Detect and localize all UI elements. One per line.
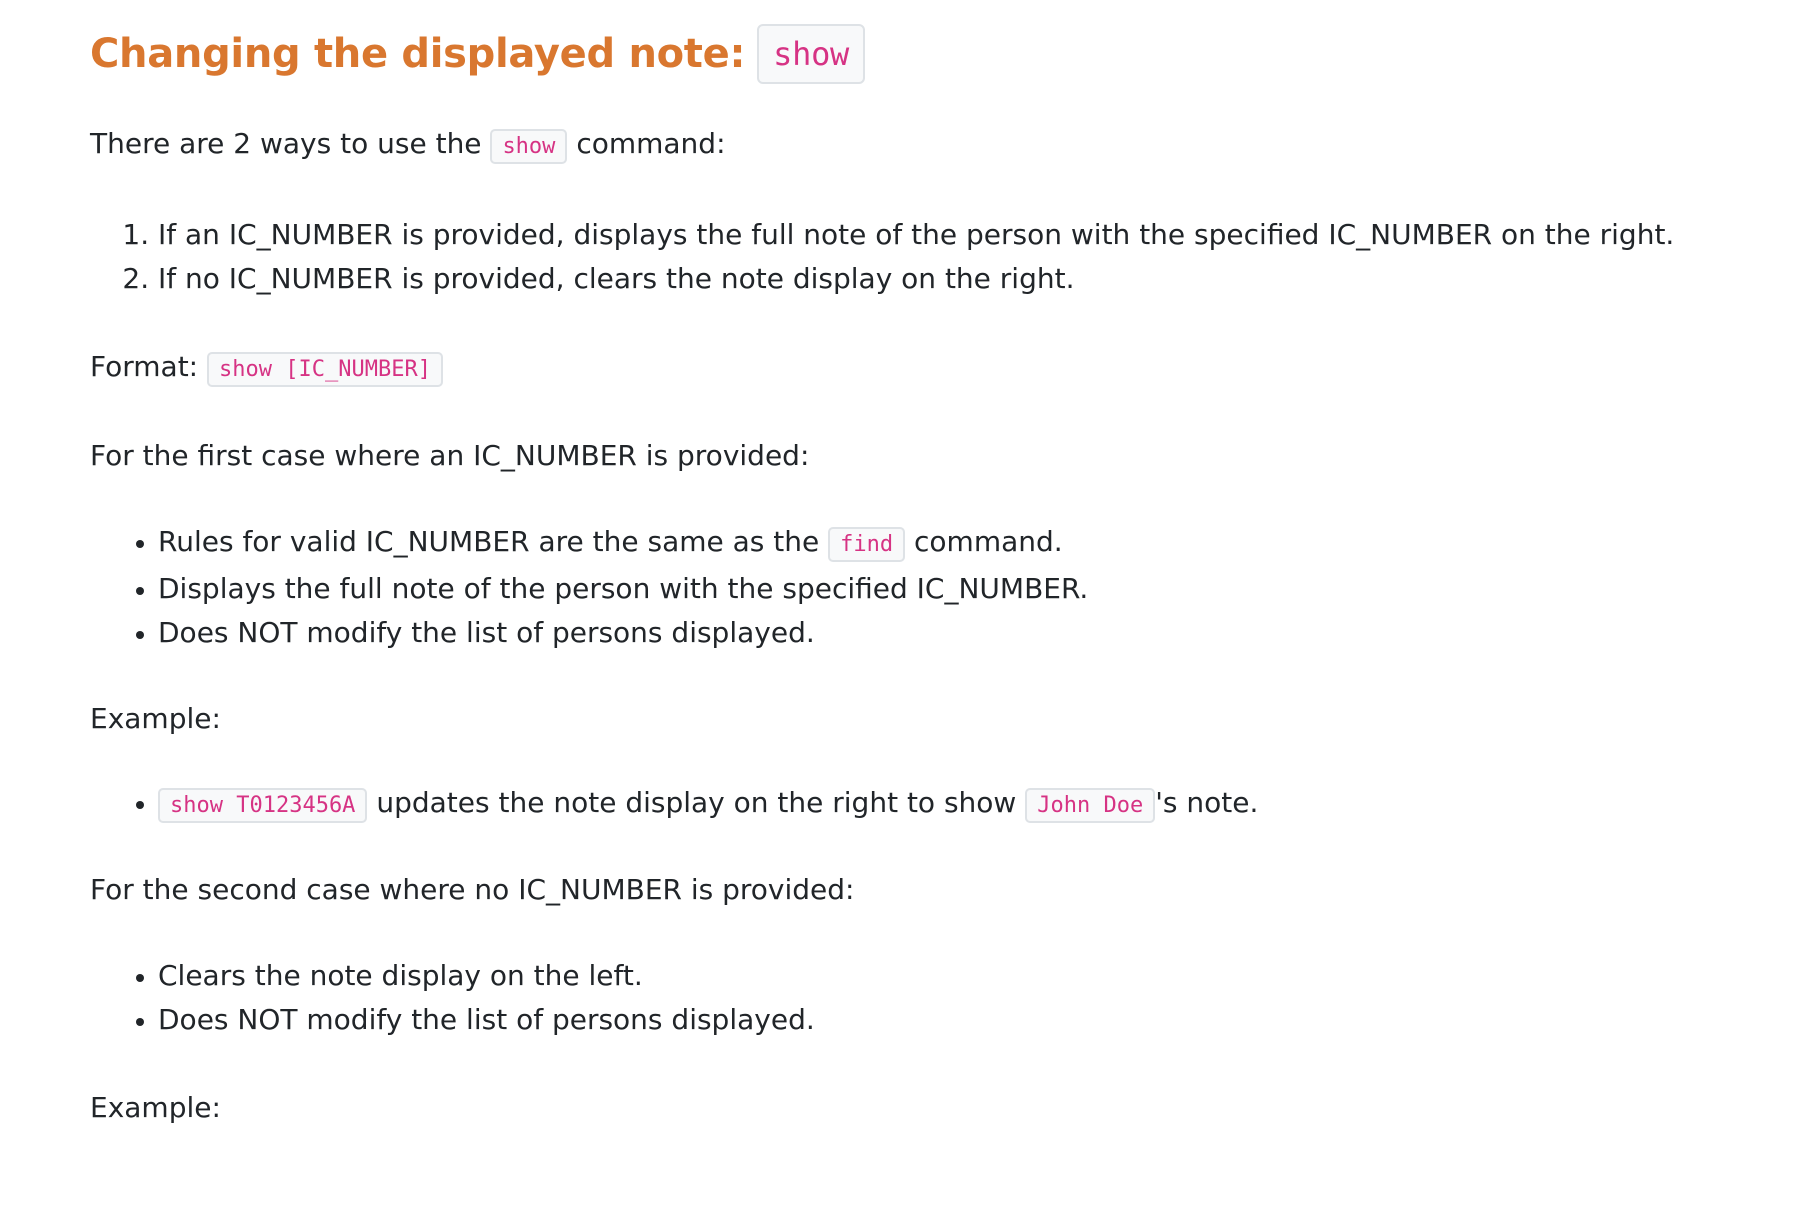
case2-intro: For the second case where no IC_NUMBER i…: [90, 873, 855, 906]
format-code: show [IC_NUMBER]: [207, 352, 443, 387]
case1-rule-1-code: find: [828, 527, 906, 562]
intro-before: There are 2 ways to use the: [90, 127, 491, 160]
format-label: Format:: [90, 350, 208, 383]
section-heading: Changing the displayed note: show: [90, 22, 1796, 86]
case1-rule-2: Displays the full note of the person wit…: [158, 567, 1796, 611]
heading-text: Changing the displayed note:: [90, 31, 746, 77]
case1-example-after: 's note.: [1155, 786, 1259, 819]
ways-item-2: If no IC_NUMBER is provided, clears the …: [158, 257, 1796, 301]
case1-example-middle: updates the note display on the right to…: [367, 786, 1026, 819]
case1-rule-1-after: command.: [905, 525, 1063, 558]
case1-example-item: show T0123456A updates the note display …: [158, 781, 1796, 828]
case2-rules-list: Clears the note display on the left. Doe…: [90, 954, 1796, 1042]
intro-code: show: [490, 129, 568, 164]
case1-rules-list: Rules for valid IC_NUMBER are the same a…: [90, 520, 1796, 655]
case2-example-label: Example:: [90, 1091, 221, 1124]
case1-intro: For the first case where an IC_NUMBER is…: [90, 439, 810, 472]
format-paragraph: Format: show [IC_NUMBER]: [90, 345, 1796, 392]
doc-page: Changing the displayed note: show There …: [0, 0, 1796, 1226]
case1-example-name-code: John Doe: [1025, 788, 1156, 823]
case1-rule-3: Does NOT modify the list of persons disp…: [158, 611, 1796, 655]
ways-list: If an IC_NUMBER is provided, displays th…: [90, 213, 1796, 301]
intro-paragraph: There are 2 ways to use the show command…: [90, 122, 1796, 169]
heading-code: show: [757, 24, 866, 84]
ways-item-1: If an IC_NUMBER is provided, displays th…: [158, 213, 1796, 257]
case2-rule-1: Clears the note display on the left.: [158, 954, 1796, 998]
case1-example-list: show T0123456A updates the note display …: [90, 781, 1796, 828]
case2-rule-2: Does NOT modify the list of persons disp…: [158, 998, 1796, 1042]
case1-rule-1-before: Rules for valid IC_NUMBER are the same a…: [158, 525, 829, 558]
case1-rule-1: Rules for valid IC_NUMBER are the same a…: [158, 520, 1796, 567]
case1-example-code: show T0123456A: [158, 788, 368, 823]
intro-after: command:: [567, 127, 726, 160]
case1-example-label: Example:: [90, 702, 221, 735]
